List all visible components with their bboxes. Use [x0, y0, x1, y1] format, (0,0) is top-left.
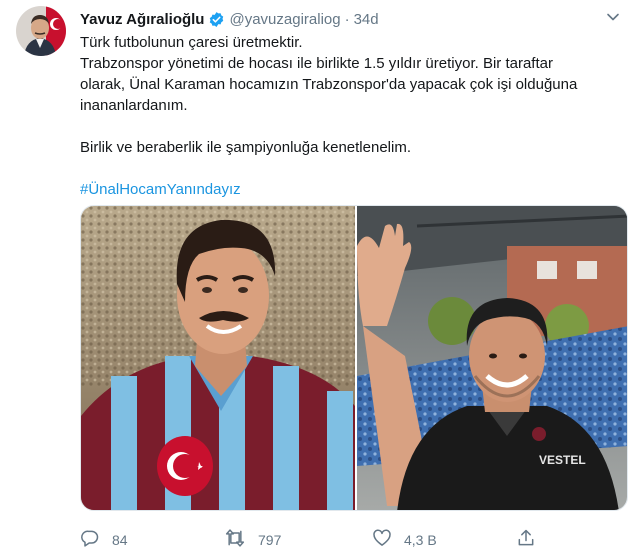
author-handle[interactable]: @yavuzagiraliog [229, 11, 340, 28]
tweet[interactable]: Yavuz Ağıralioğlu @yavuzagiraliog · 34d … [0, 0, 640, 560]
share-icon [516, 528, 548, 551]
like-count: 4,3 B [404, 531, 437, 548]
share-button[interactable] [516, 528, 548, 551]
reply-count: 84 [112, 531, 128, 548]
tweet-actions: 84 797 4,3 B [80, 528, 620, 552]
author-name[interactable]: Yavuz Ağıralioğlu [80, 11, 204, 28]
verified-badge-icon [208, 11, 225, 28]
like-button[interactable]: 4,3 B [372, 528, 437, 551]
hashtag-link[interactable]: #ÜnalHocamYanındayız [80, 179, 620, 200]
tweet-media[interactable]: VESTEL [80, 205, 628, 511]
photo-coach-waving[interactable]: VESTEL [357, 206, 627, 510]
photo-vintage-player[interactable] [81, 206, 355, 510]
tweet-text-line: Trabzonspor yönetimi de hocası ile birli… [80, 55, 553, 72]
separator-dot: · [344, 10, 350, 28]
jersey-sponsor-text: VESTEL [539, 453, 586, 467]
tweet-header: Yavuz Ağıralioğlu @yavuzagiraliog · 34d [80, 8, 379, 30]
reply-icon [80, 528, 112, 551]
tweet-text-line: olarak, Ünal Karaman hocamızın Trabzonsp… [80, 76, 578, 93]
tweet-text-line: inananlardanım. [80, 97, 188, 114]
retweet-button[interactable]: 797 [224, 528, 281, 551]
avatar[interactable] [16, 6, 66, 56]
like-icon [372, 528, 404, 551]
tweet-text: Türk futbolunun çaresi üretmektir. Trabz… [80, 32, 620, 200]
tweet-text-line: Birlik ve beraberlik ile şampiyonluğa ke… [80, 139, 411, 156]
tweet-text-line: Türk futbolunun çaresi üretmektir. [80, 34, 303, 51]
retweet-count: 797 [258, 531, 282, 548]
chevron-down-icon[interactable] [606, 10, 620, 29]
tweet-timestamp[interactable]: 34d [354, 11, 379, 28]
reply-button[interactable]: 84 [80, 528, 128, 551]
retweet-icon [224, 528, 258, 551]
